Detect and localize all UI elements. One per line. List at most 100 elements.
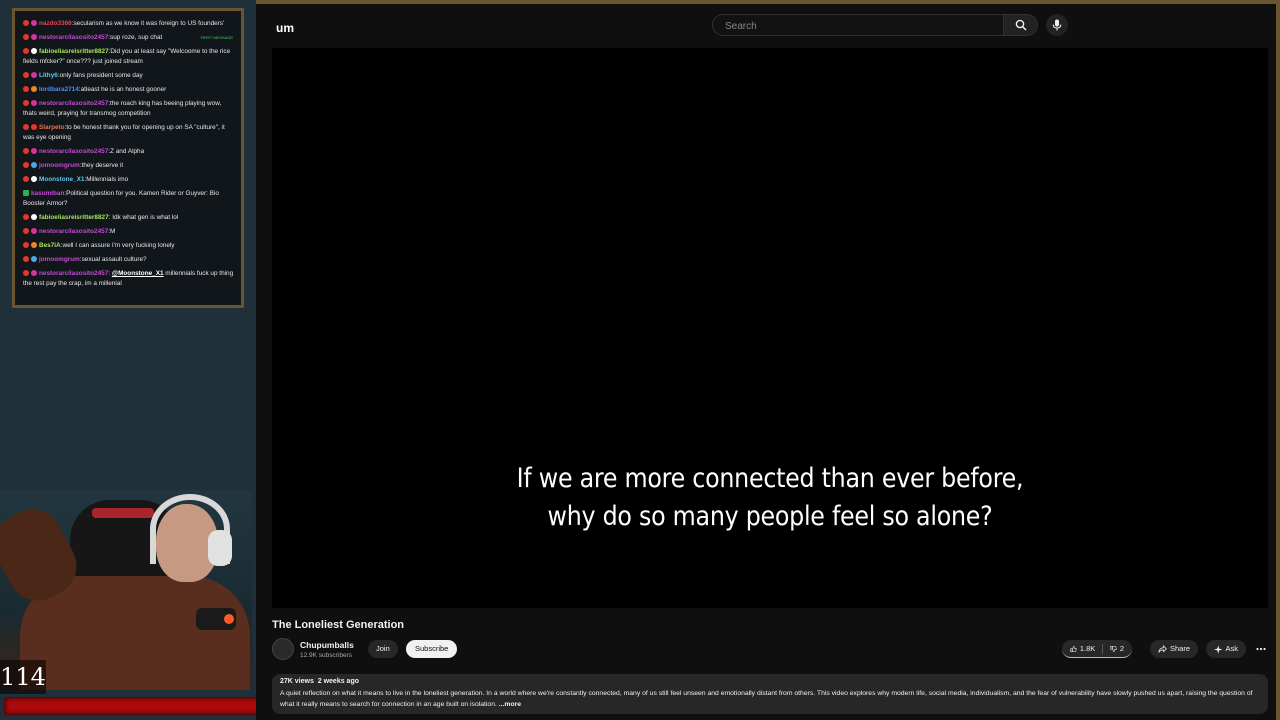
- chat-username[interactable]: Moonstone_X1: [39, 176, 84, 183]
- search-box[interactable]: [712, 14, 1004, 37]
- video-player[interactable]: If we are more connected than ever befor…: [272, 48, 1268, 608]
- description-box[interactable]: 27K views 2 weeks ago A quiet reflection…: [272, 674, 1268, 714]
- chat-badge-icon: [31, 256, 37, 262]
- dislike-count[interactable]: 2: [1120, 640, 1124, 658]
- chat-username[interactable]: Lithy6: [39, 72, 58, 79]
- headset-ear-cup: [208, 530, 232, 566]
- chat-text: : Idk what gen is what lol: [108, 214, 179, 221]
- chat-badge-icon: [23, 48, 29, 54]
- view-info: 27K views 2 weeks ago: [280, 678, 1260, 685]
- chat-message: Lithy6:only fans president some day: [23, 71, 235, 81]
- join-button[interactable]: Join: [368, 640, 398, 658]
- chat-username[interactable]: jomoomgrum: [39, 256, 80, 263]
- chat-badge-icon: [23, 34, 29, 40]
- channel-avatar[interactable]: [272, 638, 294, 660]
- chat-panel: nazdo3366:secularism as we know it was f…: [12, 8, 244, 308]
- chat-username[interactable]: kasumiban: [31, 190, 64, 197]
- video-title: The Loneliest Generation: [272, 619, 405, 631]
- channel-name[interactable]: Chupumballs: [300, 640, 354, 650]
- like-count[interactable]: 1.8K: [1080, 640, 1095, 658]
- share-button[interactable]: Share: [1150, 640, 1198, 658]
- chat-badge-icon: [31, 20, 37, 26]
- chat-badge-icon: [23, 100, 29, 106]
- chat-username[interactable]: nestorarcilasosito2457: [39, 100, 108, 107]
- chat-badge-icon: [23, 214, 29, 220]
- chat-username[interactable]: jomoomgrum: [39, 162, 80, 169]
- chat-badge-icon: [31, 214, 37, 220]
- chat-text: :sup roze, sup chat: [108, 34, 163, 41]
- chat-message: fabioeliasreisritter8827:Did you at leas…: [23, 47, 235, 67]
- chat-username[interactable]: nestorarcilasosito2457: [39, 270, 108, 277]
- description-text: A quiet reflection on what it means to l…: [280, 688, 1260, 710]
- chat-username[interactable]: nestorarcilasosito2457: [39, 34, 108, 41]
- chat-message: jomoomgrum:sexual assault culture?: [23, 255, 235, 265]
- thumbs-down-icon[interactable]: [1110, 644, 1117, 654]
- chat-message: kasumiban:Political question for you. Ka…: [23, 189, 235, 209]
- search-button[interactable]: [1004, 14, 1038, 36]
- subtitle-line-1: If we are more connected than ever befor…: [516, 463, 1024, 494]
- viewer-count: 114: [0, 660, 46, 694]
- subtitle-line-2: why do so many people feel so alone?: [547, 501, 993, 532]
- chat-badge-icon: [31, 86, 37, 92]
- chat-badge-icon: [31, 242, 37, 248]
- youtube-logo[interactable]: um: [276, 21, 294, 35]
- chat-badge-icon: [31, 176, 37, 182]
- chat-text: :Millennials imo: [84, 176, 129, 183]
- chat-username[interactable]: nestorarcilasosito2457: [39, 148, 108, 155]
- youtube-page: um If we are more connected than ever be…: [256, 0, 1280, 720]
- chat-badge-icon: [23, 162, 29, 168]
- chat-badge-icon: [23, 190, 29, 196]
- chat-badge-icon: [31, 124, 37, 130]
- chat-badge-icon: [31, 228, 37, 234]
- chat-badge-icon: [23, 72, 29, 78]
- thumbs-up-icon[interactable]: [1070, 644, 1077, 654]
- chat-username[interactable]: Slarpeto: [39, 124, 65, 131]
- chat-text: :well I can assure I'm very fucking lone…: [60, 242, 175, 249]
- chat-username[interactable]: fabioeliasreisritter8827: [39, 48, 109, 55]
- chat-badge-icon: [31, 72, 37, 78]
- chat-badge-icon: [31, 162, 37, 168]
- show-more-link[interactable]: ...more: [499, 701, 521, 708]
- chat-username[interactable]: fabioeliasreisritter8827: [39, 214, 109, 221]
- search-input[interactable]: [723, 15, 987, 37]
- sparkle-icon: [1214, 644, 1223, 654]
- chat-message: nazdo3366:secularism as we know it was f…: [23, 19, 235, 29]
- chat-text: :sexual assault culture?: [79, 256, 147, 263]
- chat-badge-icon: [23, 242, 29, 248]
- chat-message: Slarpeto:to be honest thank you for open…: [23, 123, 235, 143]
- chat-badge-icon: [23, 124, 29, 130]
- chat-message: nestorarcilasosito2457:sup roze, sup cha…: [23, 33, 235, 43]
- chat-username[interactable]: lordbara2714: [39, 86, 79, 93]
- ask-button[interactable]: Ask: [1206, 640, 1246, 658]
- chat-username[interactable]: Bes7iA: [39, 242, 61, 249]
- chat-username[interactable]: nazdo3366: [39, 20, 72, 27]
- ask-label: Ask: [1225, 644, 1238, 653]
- chat-badge-icon: [31, 34, 37, 40]
- chat-badge-icon: [31, 148, 37, 154]
- chat-badge-icon: [31, 100, 37, 106]
- chat-mention[interactable]: @Moonstone_X1: [112, 270, 164, 277]
- chat-badge-icon: [23, 86, 29, 92]
- chat-badge-icon: [23, 176, 29, 182]
- upload-date: 2 weeks ago: [317, 678, 359, 685]
- chat-badge-icon: [31, 270, 37, 276]
- chat-message: nestorarcilasosito2457: @Moonstone_X1 mi…: [23, 270, 234, 287]
- chat-text: :they deserve it: [79, 162, 124, 169]
- subscribe-button[interactable]: Subscribe: [406, 640, 458, 658]
- voice-search-button[interactable]: [1046, 14, 1068, 36]
- microphone-light: [224, 614, 234, 624]
- chair-stripe: [92, 508, 154, 518]
- chat-text: :only fans president some day: [57, 72, 143, 79]
- share-icon: [1158, 644, 1167, 653]
- chat-badge-icon: [23, 256, 29, 262]
- more-actions-button[interactable]: [1254, 640, 1268, 658]
- chat-username[interactable]: nestorarcilasosito2457: [39, 228, 108, 235]
- chat-message: fabioeliasreisritter8827: Idk what gen i…: [23, 213, 235, 223]
- chat-badge-icon: [31, 48, 37, 54]
- chat-text: :secularism as we know it was foreign to…: [71, 20, 225, 27]
- search-icon: [1015, 19, 1027, 31]
- first-message-tag: FIRST MESSAGE: [200, 35, 233, 40]
- microphone-icon: [1052, 19, 1062, 31]
- chat-message: jomoomgrum:they deserve it: [23, 161, 235, 171]
- like-dislike-group: 1.8K 2: [1062, 640, 1132, 658]
